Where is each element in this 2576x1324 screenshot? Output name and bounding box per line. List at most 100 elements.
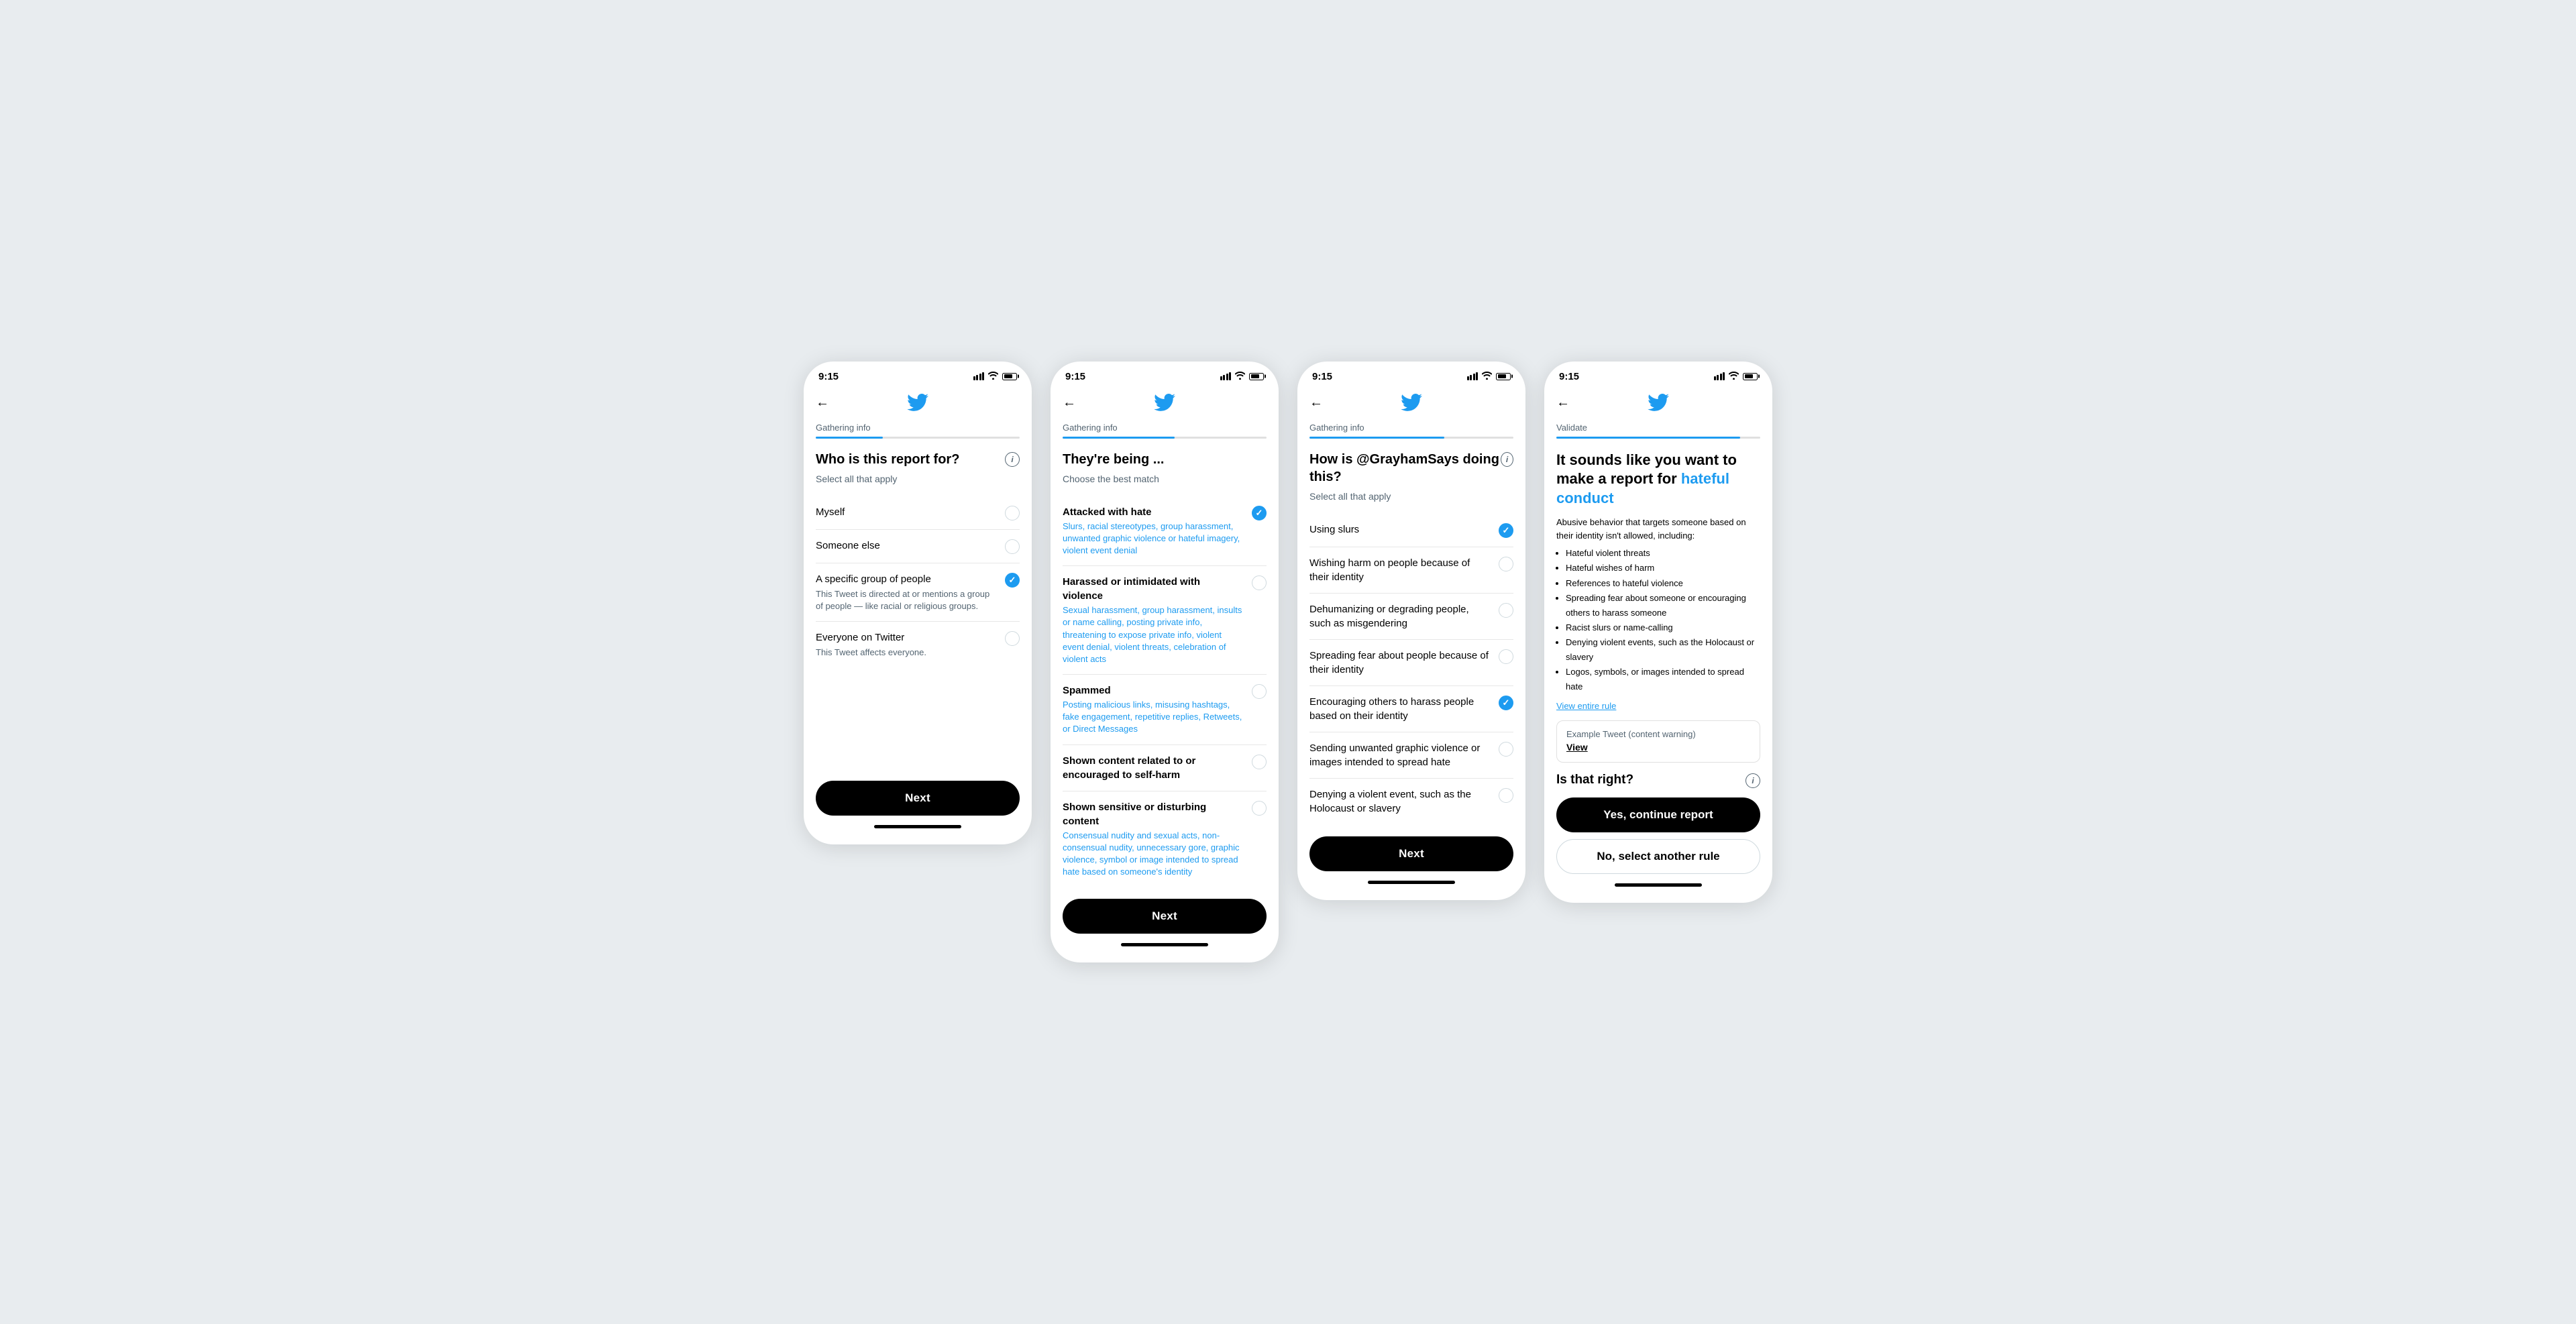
status-bar: 9:15 xyxy=(1051,362,1279,386)
is-that-right-row: Is that right? i xyxy=(1556,772,1760,788)
nav-bar: ← xyxy=(804,386,1032,419)
back-button[interactable]: ← xyxy=(816,396,829,409)
category-desc: Sexual harassment, group harassment, ins… xyxy=(1063,604,1244,665)
radio-circle[interactable] xyxy=(1252,506,1267,520)
radio-circle[interactable] xyxy=(1252,575,1267,590)
status-icons xyxy=(1220,372,1265,382)
option-item[interactable]: Wishing harm on people because of their … xyxy=(1309,547,1513,593)
category-item[interactable]: Harassed or intimidated with violenceSex… xyxy=(1063,566,1267,674)
screen-title: How is @GrayhamSays doing this? xyxy=(1309,451,1501,486)
screen-subtitle: Choose the best match xyxy=(1063,474,1267,484)
view-tweet-link[interactable]: View xyxy=(1566,742,1588,753)
wifi-icon xyxy=(1729,372,1739,382)
info-icon[interactable]: i xyxy=(1501,452,1513,467)
screen-content: They're being ...Choose the best matchAt… xyxy=(1051,439,1279,887)
option-text-block: Someone else xyxy=(816,539,1005,553)
back-button[interactable]: ← xyxy=(1556,396,1570,409)
screen-content: It sounds like you want to make a report… xyxy=(1544,439,1772,875)
option-item[interactable]: Someone else xyxy=(816,530,1020,563)
option-label: Myself xyxy=(816,505,997,519)
radio-circle[interactable] xyxy=(1499,603,1513,618)
view-entire-rule-link[interactable]: View entire rule xyxy=(1556,701,1760,711)
status-icons xyxy=(973,372,1018,382)
radio-circle[interactable] xyxy=(1252,801,1267,816)
is-that-right-text: Is that right? xyxy=(1556,773,1633,787)
screen-validate: 9:15 ← Validate It sounds like you want to … xyxy=(1544,362,1772,903)
status-time: 9:15 xyxy=(1312,371,1332,382)
radio-circle[interactable] xyxy=(1499,742,1513,757)
radio-circle[interactable] xyxy=(1005,573,1020,588)
radio-circle[interactable] xyxy=(1005,631,1020,646)
progress-label: Gathering info xyxy=(1063,423,1267,433)
hateful-conduct-link[interactable]: hateful conduct xyxy=(1556,470,1729,506)
option-item[interactable]: Denying a violent event, such as the Hol… xyxy=(1309,779,1513,824)
option-item[interactable]: Dehumanizing or degrading people, such a… xyxy=(1309,594,1513,639)
status-time: 9:15 xyxy=(1065,371,1085,382)
category-title: Attacked with hate xyxy=(1063,505,1244,519)
screens-container: 9:15 ← Gathering info Who is this report fo… xyxy=(804,362,1772,963)
yes-continue-button[interactable]: Yes, continue report xyxy=(1556,797,1760,832)
option-label: Sending unwanted graphic violence or ima… xyxy=(1309,741,1491,769)
category-item[interactable]: Attacked with hateSlurs, racial stereoty… xyxy=(1063,496,1267,566)
radio-circle[interactable] xyxy=(1499,557,1513,571)
no-select-rule-button[interactable]: No, select another rule xyxy=(1556,839,1760,874)
status-bar: 9:15 xyxy=(1297,362,1525,386)
back-button[interactable]: ← xyxy=(1309,396,1323,409)
option-label: A specific group of people xyxy=(816,572,997,586)
option-label: Wishing harm on people because of their … xyxy=(1309,556,1491,584)
signal-icon xyxy=(1467,372,1479,380)
is-right-info-icon[interactable]: i xyxy=(1746,773,1760,788)
next-button[interactable]: Next xyxy=(816,781,1020,816)
option-item[interactable]: Everyone on TwitterThis Tweet affects ev… xyxy=(816,622,1020,667)
validate-list-item: Denying violent events, such as the Holo… xyxy=(1566,635,1760,665)
radio-circle[interactable] xyxy=(1499,523,1513,538)
progress-section: Validate xyxy=(1544,419,1772,439)
option-item[interactable]: Spreading fear about people because of t… xyxy=(1309,640,1513,685)
category-item[interactable]: SpammedPosting malicious links, misusing… xyxy=(1063,675,1267,744)
nav-bar: ← xyxy=(1051,386,1279,419)
option-item[interactable]: Myself xyxy=(816,496,1020,529)
radio-circle[interactable] xyxy=(1005,539,1020,554)
info-icon[interactable]: i xyxy=(1005,452,1020,467)
category-item[interactable]: Shown sensitive or disturbing contentCon… xyxy=(1063,791,1267,887)
validate-title: It sounds like you want to make a report… xyxy=(1556,451,1760,508)
radio-circle[interactable] xyxy=(1499,788,1513,803)
screen-how-doing: 9:15 ← Gathering info How is @GrayhamSays d… xyxy=(1297,362,1525,900)
option-label: Everyone on Twitter xyxy=(816,630,997,645)
option-label: Spreading fear about people because of t… xyxy=(1309,649,1491,677)
category-item[interactable]: Shown content related to or encouraged t… xyxy=(1063,745,1267,791)
radio-circle[interactable] xyxy=(1252,684,1267,699)
nav-bar: ← xyxy=(1544,386,1772,419)
battery-icon xyxy=(1002,373,1017,380)
radio-circle[interactable] xyxy=(1499,649,1513,664)
validate-list-item: Racist slurs or name-calling xyxy=(1566,620,1760,635)
home-indicator xyxy=(1615,883,1702,887)
signal-icon xyxy=(1220,372,1232,380)
screen-content: Who is this report for?iSelect all that … xyxy=(804,439,1032,769)
signal-icon xyxy=(1714,372,1725,380)
status-icons xyxy=(1467,372,1511,382)
screen-who-report-for: 9:15←Gathering infoWho is this report fo… xyxy=(804,362,1032,844)
category-desc: Posting malicious links, misusing hashta… xyxy=(1063,699,1244,736)
home-indicator xyxy=(1368,881,1455,884)
option-text-block: Myself xyxy=(816,505,1005,519)
option-item[interactable]: Sending unwanted graphic violence or ima… xyxy=(1309,732,1513,778)
validate-list: Hateful violent threatsHateful wishes of… xyxy=(1556,546,1760,694)
back-button[interactable]: ← xyxy=(1063,396,1076,409)
next-button[interactable]: Next xyxy=(1063,899,1267,934)
radio-circle[interactable] xyxy=(1005,506,1020,520)
status-time: 9:15 xyxy=(1559,371,1579,382)
radio-circle[interactable] xyxy=(1252,755,1267,769)
twitter-logo xyxy=(1648,392,1669,413)
nav-bar: ← xyxy=(1297,386,1525,419)
next-button[interactable]: Next xyxy=(1309,836,1513,871)
radio-circle[interactable] xyxy=(1499,696,1513,710)
progress-section: Gathering info xyxy=(1297,419,1525,439)
category-desc: Slurs, racial stereotypes, group harassm… xyxy=(1063,520,1244,557)
option-item[interactable]: Encouraging others to harass people base… xyxy=(1309,686,1513,732)
progress-label: Validate xyxy=(1556,423,1760,433)
home-indicator xyxy=(874,825,961,828)
option-item[interactable]: A specific group of peopleThis Tweet is … xyxy=(816,563,1020,621)
wifi-icon xyxy=(988,372,998,382)
option-item[interactable]: Using slurs xyxy=(1309,514,1513,547)
